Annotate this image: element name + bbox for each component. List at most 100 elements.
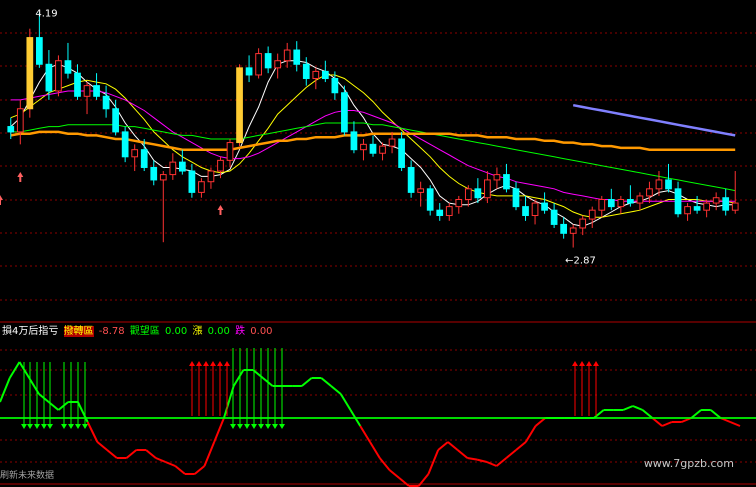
oscillator-segment [155, 457, 166, 463]
candle-body [522, 206, 529, 217]
candle-body [102, 95, 110, 110]
candle-body [388, 138, 396, 147]
candle-body [369, 143, 377, 154]
oscillator-segment [378, 457, 391, 471]
fall-value: 0.00 [250, 326, 273, 337]
oscillator-segment [86, 421, 99, 443]
candle-body [665, 179, 672, 190]
oscillator-segment [641, 409, 654, 419]
watch-zone-label: 觀望區 [129, 326, 160, 337]
candle-body [493, 174, 501, 181]
candle-body [703, 202, 710, 211]
signal-up-arrow [0, 195, 3, 205]
candle-body [217, 159, 224, 172]
candle-body [512, 188, 520, 208]
candle-body [341, 92, 348, 133]
oscillator-segment [495, 457, 507, 467]
oscillator-segment [661, 421, 673, 427]
candle-body [283, 49, 291, 62]
candle-body [293, 49, 301, 65]
buy-arrow-icon [572, 361, 578, 366]
rise-value: 0.00 [207, 326, 230, 337]
stock-chart: 4.19 ←2.87 [0, 9, 756, 487]
candle-body [226, 142, 234, 161]
candle-body [598, 199, 606, 211]
footer-text: 刷新未来数据 [0, 471, 55, 481]
candle-body [579, 218, 587, 229]
indicator-header: 損4万后指亏 撥轉區 -8.78 觀望區 0.00 漲 0.00 跌 0.00 [2, 326, 275, 338]
oscillator-segment [690, 409, 702, 419]
oscillator-segment [222, 385, 235, 419]
candle-body [655, 179, 663, 190]
oscillator-segment [213, 417, 225, 443]
candle-body [312, 70, 320, 80]
candle-body [360, 143, 367, 151]
sell-arrow-icon [34, 424, 40, 429]
buy-zone-value: -8.78 [98, 326, 125, 337]
sell-arrow-icon [27, 424, 33, 429]
candle-body [178, 161, 186, 172]
sell-arrow-icon [21, 424, 27, 429]
oscillator-segment [106, 449, 118, 459]
sell-arrow-icon [61, 424, 67, 429]
sell-arrow-icon [279, 424, 285, 429]
candle-body [36, 37, 43, 65]
candle-body [331, 78, 339, 94]
candle-body [74, 72, 81, 97]
sell-arrow-icon [251, 424, 257, 429]
buy-arrow-icon [579, 361, 585, 366]
candle-body [45, 63, 53, 92]
candle-body [131, 149, 139, 158]
candle-body [26, 37, 34, 110]
watch-zone-value: 0.00 [165, 326, 188, 337]
candle-body [550, 209, 558, 225]
candle-body [731, 202, 739, 211]
oscillator-segment [301, 377, 313, 387]
oscillator-segment [593, 409, 605, 419]
sell-arrow-icon [75, 424, 81, 429]
candle-body [541, 202, 548, 211]
high-price-label: 4.19 [35, 9, 57, 20]
buy-arrow-icon [224, 361, 230, 366]
candle-body [83, 85, 91, 97]
candle-body [379, 145, 386, 154]
candle-body [274, 60, 282, 69]
oscillator-segment [486, 461, 497, 467]
oscillator-segment [330, 385, 342, 395]
oscillator-segment [729, 421, 741, 427]
oscillator-segment [174, 465, 186, 475]
oscillator-segment [369, 441, 381, 459]
low-price-label: ←2.87 [565, 256, 596, 267]
candle-body [455, 199, 463, 208]
candle-body [560, 223, 568, 234]
candle-body [169, 161, 177, 176]
oscillator-segment [232, 369, 245, 387]
sell-arrow-icon [230, 424, 236, 429]
sell-arrow-icon [258, 424, 264, 429]
sell-arrow-icon [237, 424, 243, 429]
candle-body [693, 206, 701, 211]
candle-body [407, 166, 415, 193]
candle-body [140, 149, 148, 168]
oscillator-segment [710, 409, 722, 419]
candle-body [627, 199, 634, 204]
candle-body [207, 170, 215, 183]
oscillator-segment [534, 417, 546, 427]
sell-arrow-icon [272, 424, 278, 429]
sell-arrow-icon [265, 424, 271, 429]
sell-arrow-icon [68, 424, 74, 429]
oscillator-segment [339, 393, 352, 411]
candle-body [198, 181, 205, 193]
oscillator-segment [145, 449, 157, 459]
oscillator-segment [398, 477, 410, 487]
candle-body [159, 174, 167, 181]
candle-body [150, 166, 158, 181]
oscillator-segment [320, 377, 332, 387]
oscillator-segment [194, 465, 206, 475]
oscillator-segment [476, 458, 488, 463]
signal-up-arrow [17, 172, 24, 182]
oscillator-segment [437, 441, 449, 451]
indicator-name: 損4万后指亏 [2, 326, 59, 337]
candle-body [436, 209, 444, 217]
buy-zone-label: 撥轉區 [63, 326, 94, 337]
